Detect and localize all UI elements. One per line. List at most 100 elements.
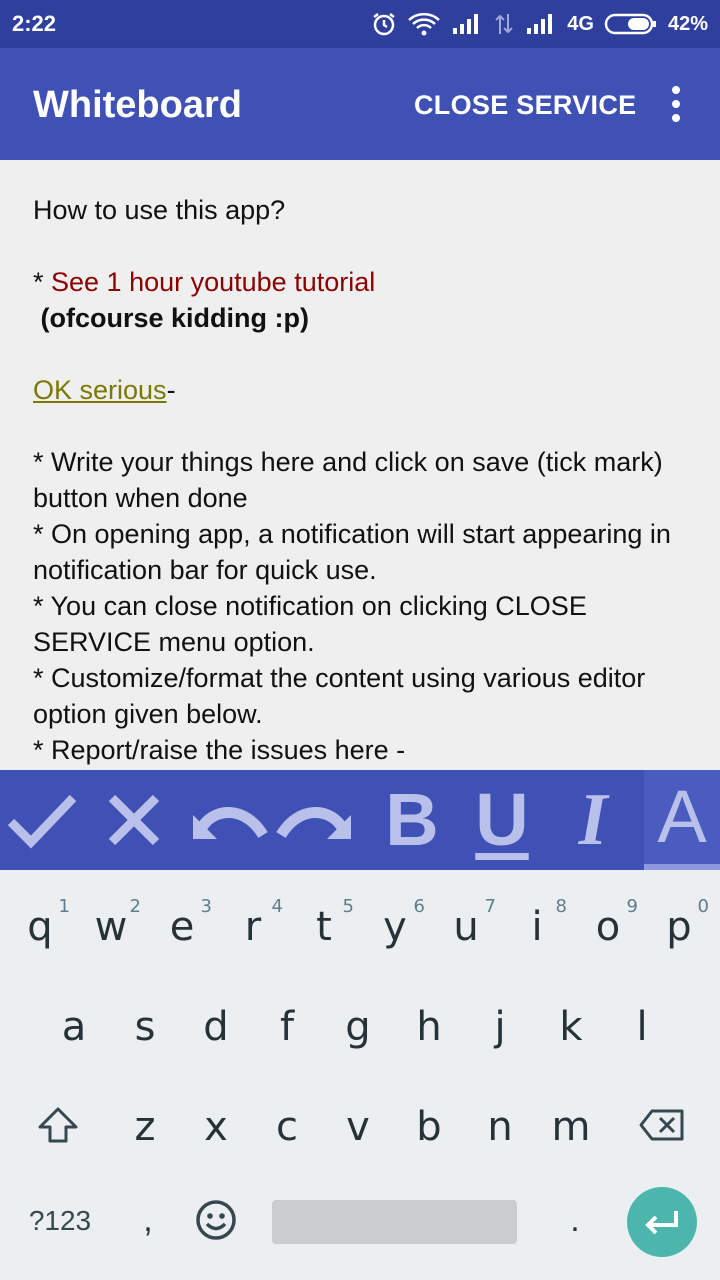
battery-percent: 42% bbox=[667, 12, 708, 35]
key-n[interactable]: n bbox=[464, 1080, 536, 1176]
key-label: m bbox=[551, 1104, 591, 1150]
key-hint: 0 bbox=[697, 896, 709, 917]
comma-key[interactable]: , bbox=[118, 1180, 178, 1260]
key-c[interactable]: c bbox=[251, 1080, 323, 1176]
key-label: v bbox=[346, 1104, 370, 1150]
enter-key[interactable] bbox=[627, 1187, 697, 1257]
italic-icon[interactable]: I bbox=[560, 770, 626, 870]
emoji-icon bbox=[196, 1200, 236, 1240]
key-t[interactable]: t5 bbox=[288, 880, 360, 976]
key-w[interactable]: w2 bbox=[75, 880, 147, 976]
key-hint: 7 bbox=[484, 896, 496, 917]
period-key[interactable]: . bbox=[545, 1180, 605, 1260]
key-label: f bbox=[279, 1004, 295, 1050]
more-vert-icon[interactable] bbox=[660, 84, 692, 124]
key-hint: 3 bbox=[200, 896, 212, 917]
key-label: l bbox=[636, 1004, 648, 1050]
underline-icon[interactable]: U bbox=[464, 770, 540, 870]
key-hint: 6 bbox=[413, 896, 425, 917]
emoji-key[interactable] bbox=[190, 1190, 242, 1250]
key-label: b bbox=[416, 1104, 442, 1150]
key-hint: 4 bbox=[271, 896, 283, 917]
key-g[interactable]: g bbox=[322, 980, 394, 1076]
key-j[interactable]: j bbox=[464, 980, 536, 1076]
key-y[interactable]: y6 bbox=[359, 880, 431, 976]
ok-line: OK serious- bbox=[33, 375, 176, 405]
key-label: z bbox=[134, 1104, 156, 1150]
bullet-3: * You can close notification on clicking… bbox=[33, 591, 587, 657]
status-time: 2:22 bbox=[12, 11, 57, 36]
key-label: s bbox=[134, 1004, 156, 1050]
undo-icon[interactable] bbox=[180, 770, 272, 870]
key-q[interactable]: q1 bbox=[4, 880, 76, 976]
key-o[interactable]: o9 bbox=[572, 880, 644, 976]
battery-icon bbox=[604, 13, 656, 35]
key-r[interactable]: r4 bbox=[217, 880, 289, 976]
key-label: g bbox=[345, 1004, 371, 1050]
redo-icon[interactable] bbox=[272, 770, 364, 870]
key-l[interactable]: l bbox=[606, 980, 678, 1076]
bullet-5: * Report/raise the issues here - bbox=[33, 735, 406, 765]
tutorial-line: * See 1 hour youtube tutorial bbox=[33, 267, 376, 297]
key-k[interactable]: k bbox=[535, 980, 607, 1076]
key-m[interactable]: m bbox=[535, 1080, 607, 1176]
key-p[interactable]: p0 bbox=[643, 880, 715, 976]
key-label: k bbox=[559, 1004, 583, 1050]
key-d[interactable]: d bbox=[180, 980, 252, 1076]
key-label: h bbox=[416, 1004, 442, 1050]
key-label: x bbox=[204, 1104, 228, 1150]
close-icon[interactable] bbox=[94, 770, 174, 870]
alarm-icon bbox=[373, 13, 396, 36]
key-label: c bbox=[276, 1104, 298, 1150]
wifi-icon bbox=[408, 12, 441, 36]
key-b[interactable]: b bbox=[393, 1080, 465, 1176]
status-icons: 4G 42% bbox=[371, 10, 708, 38]
key-a[interactable]: a bbox=[38, 980, 110, 1076]
shift-key[interactable] bbox=[22, 1090, 94, 1160]
close-service-button[interactable]: CLOSE SERVICE bbox=[414, 90, 636, 121]
key-h[interactable]: h bbox=[393, 980, 465, 1076]
bullet-1: * Write your things here and click on sa… bbox=[33, 447, 663, 513]
tutorial-text: See 1 hour youtube tutorial bbox=[51, 267, 376, 297]
key-hint: 8 bbox=[555, 896, 567, 917]
app-title: Whiteboard bbox=[33, 84, 242, 126]
kidding-text: (ofcourse kidding :p) bbox=[33, 303, 310, 333]
format-toolbar: B U I A bbox=[0, 770, 720, 870]
key-label: j bbox=[494, 1004, 506, 1050]
key-s[interactable]: s bbox=[109, 980, 181, 1076]
key-hint: 5 bbox=[342, 896, 354, 917]
editor-area[interactable]: How to use this app? * See 1 hour youtub… bbox=[0, 160, 720, 770]
backspace-icon bbox=[639, 1109, 684, 1141]
key-hint: 9 bbox=[626, 896, 638, 917]
bullet-4: * Customize/format the content using var… bbox=[33, 663, 646, 729]
space-bar[interactable] bbox=[272, 1200, 517, 1244]
check-icon[interactable] bbox=[0, 770, 82, 870]
key-label: a bbox=[61, 1004, 87, 1050]
key-i[interactable]: i8 bbox=[501, 880, 573, 976]
data-transfer-icon bbox=[495, 14, 513, 34]
key-label: n bbox=[487, 1104, 513, 1150]
key-x[interactable]: x bbox=[180, 1080, 252, 1176]
text-color-icon[interactable]: A bbox=[644, 770, 720, 870]
ok-serious-link[interactable]: OK serious bbox=[33, 375, 167, 405]
key-v[interactable]: v bbox=[322, 1080, 394, 1176]
signal-icon bbox=[527, 14, 553, 34]
bullet-2: * On opening app, a notification will st… bbox=[33, 519, 671, 585]
key-u[interactable]: u7 bbox=[430, 880, 502, 976]
backspace-key[interactable] bbox=[626, 1090, 698, 1160]
key-z[interactable]: z bbox=[109, 1080, 181, 1176]
status-bar: 2:22 4G 42% bbox=[0, 0, 720, 48]
key-e[interactable]: e3 bbox=[146, 880, 218, 976]
network-type: 4G bbox=[567, 12, 594, 35]
shift-icon bbox=[38, 1107, 78, 1143]
signal-icon bbox=[453, 14, 479, 34]
key-hint: 2 bbox=[129, 896, 141, 917]
bold-icon[interactable]: B bbox=[380, 770, 444, 870]
symbols-key[interactable]: ?123 bbox=[10, 1183, 110, 1259]
key-f[interactable]: f bbox=[251, 980, 323, 1076]
editor-text[interactable]: How to use this app? * See 1 hour youtub… bbox=[33, 192, 693, 768]
editor-heading: How to use this app? bbox=[33, 195, 286, 225]
app-bar: Whiteboard CLOSE SERVICE bbox=[0, 48, 720, 160]
key-hint: 1 bbox=[58, 896, 70, 917]
enter-icon bbox=[645, 1211, 678, 1235]
